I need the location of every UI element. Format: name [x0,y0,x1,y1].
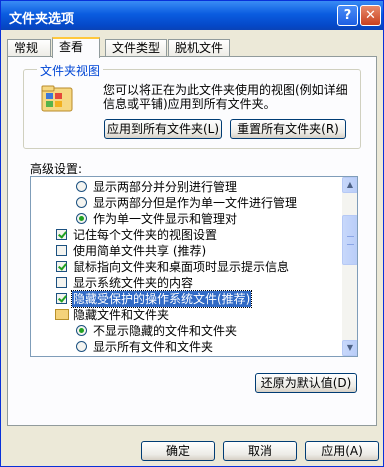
reset-all-folders-button[interactable]: 重置所有文件夹(R) [230,119,346,139]
help-button[interactable]: ? [337,5,358,26]
checkbox[interactable] [56,245,67,256]
vertical-scrollbar[interactable]: ▲ ▼ [342,177,357,356]
advanced-settings-label: 高级设置: [30,162,83,176]
folder-options-dialog: 文件夹选项 ? ✕ 常规 查看 文件类型 脱机文件 文件夹视图 您可以将正在为此… [0,0,384,467]
close-icon: ✕ [365,8,376,23]
radio-button-selected[interactable] [76,325,87,336]
folder-view-icon [41,85,73,112]
advanced-settings-tree[interactable]: 显示两部分并分别进行管理 显示两部分但是作为单一文件进行管理 作为单一文件显示和… [30,176,358,357]
apply-button[interactable]: 应用(A) [305,441,379,461]
tab-view[interactable]: 查看 [52,37,100,58]
apply-to-all-folders-button[interactable]: 应用到所有文件夹(L) [104,119,222,139]
question-icon: ? [343,8,352,23]
folder-views-legend: 文件夹视图 [37,62,104,79]
chevron-down-icon: ▼ [346,343,354,352]
cancel-button[interactable]: 取消 [223,441,297,461]
checkbox-checked[interactable] [56,229,67,240]
restore-defaults-button[interactable]: 还原为默认值(D) [255,373,357,393]
scroll-thumb[interactable] [342,215,357,265]
close-button[interactable]: ✕ [360,5,381,26]
checkbox-checked[interactable] [56,293,67,304]
checkbox-checked[interactable] [56,261,67,272]
radio-button[interactable] [76,341,87,352]
tab-file-types[interactable]: 文件类型 [105,39,167,57]
title-bar[interactable]: 文件夹选项 ? ✕ [1,1,383,30]
radio-button-selected[interactable] [76,213,87,224]
window-title: 文件夹选项 [9,12,75,27]
tab-general[interactable]: 常规 [7,39,51,57]
folder-views-description: 您可以将正在为此文件夹使用的视图(例如详细信息或平铺)应用到所有文件夹。 [103,83,348,111]
ok-button[interactable]: 确定 [141,441,215,461]
checkbox[interactable] [56,277,67,288]
folder-icon [55,309,69,320]
radio-button[interactable] [76,181,87,192]
radio-button[interactable] [76,197,87,208]
tab-offline-files[interactable]: 脱机文件 [168,39,230,57]
scroll-down-button[interactable]: ▼ [342,340,357,356]
scroll-up-button[interactable]: ▲ [342,177,357,193]
chevron-up-icon: ▲ [346,180,354,189]
